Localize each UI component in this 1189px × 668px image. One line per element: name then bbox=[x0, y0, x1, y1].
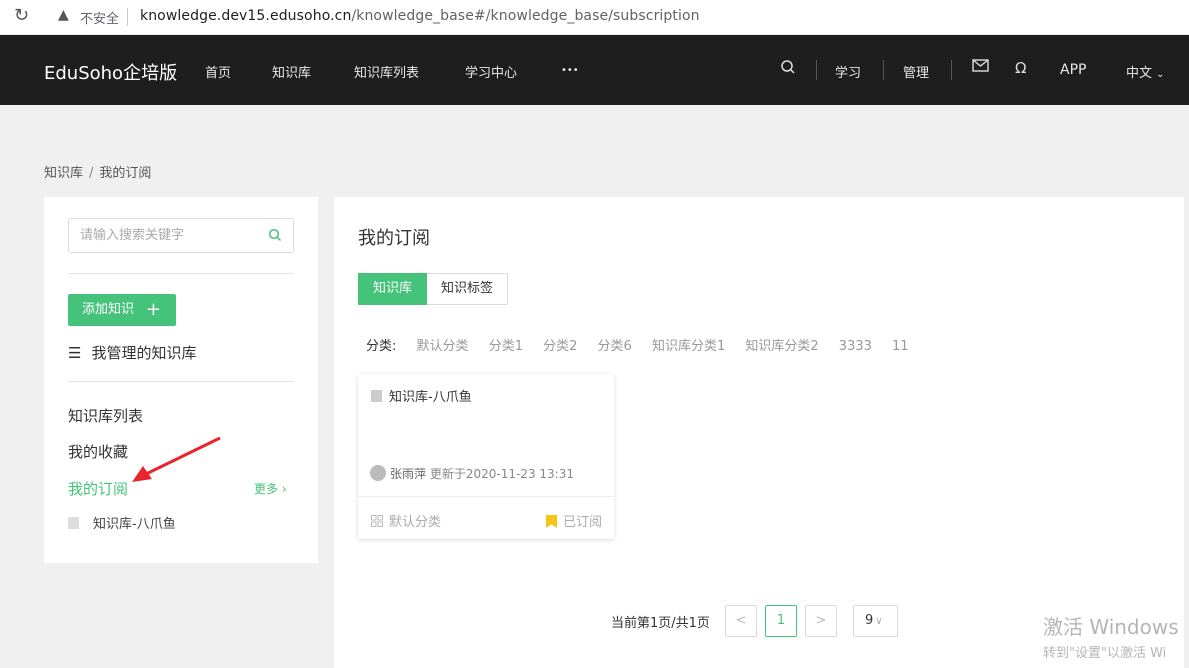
language-select[interactable]: 中文 ⌄ bbox=[1126, 62, 1165, 81]
category-option[interactable]: 3333 bbox=[839, 339, 872, 354]
prev-page-button[interactable]: < bbox=[725, 605, 757, 637]
category-option[interactable]: 分类1 bbox=[489, 339, 523, 354]
list-icon: ☰ bbox=[68, 344, 82, 362]
category-option[interactable]: 11 bbox=[892, 339, 909, 354]
nav-more-button[interactable]: ••• bbox=[561, 65, 579, 76]
knowledge-card[interactable]: 知识库-八爪鱼 张雨萍 更新于2020-11-23 13:31 默认分类 已订阅 bbox=[358, 374, 614, 539]
next-page-button[interactable]: > bbox=[805, 605, 837, 637]
annotation-arrow bbox=[132, 436, 221, 482]
top-nav: EduSoho企培版 首页 知识库 知识库列表 学习中心 ••• 学习 管理 Ω… bbox=[0, 35, 1189, 105]
avatar bbox=[370, 465, 386, 481]
brand-logo[interactable]: EduSoho企培版 bbox=[44, 59, 177, 85]
divider bbox=[68, 273, 294, 274]
divider bbox=[68, 381, 294, 382]
bookmark-icon bbox=[545, 515, 557, 528]
book-icon bbox=[371, 390, 382, 402]
subscription-item-label: 知识库-八爪鱼 bbox=[93, 517, 176, 532]
card-author[interactable]: 张雨萍 bbox=[390, 467, 426, 481]
card-category: 默认分类 bbox=[371, 511, 441, 530]
nav-item-knowledge[interactable]: 知识库 bbox=[272, 62, 311, 81]
watermark-line1: 激活 Windows bbox=[1043, 615, 1179, 639]
search-box bbox=[68, 218, 294, 253]
nav-learn[interactable]: 学习 bbox=[835, 62, 861, 81]
nav-divider bbox=[816, 60, 817, 80]
url-host: knowledge.dev15.edusoho.cn bbox=[140, 8, 352, 24]
category-label: 分类: bbox=[366, 339, 397, 354]
subscribed-label: 已订阅 bbox=[562, 515, 602, 530]
nav-manage[interactable]: 管理 bbox=[903, 62, 929, 81]
subscribed-toggle[interactable]: 已订阅 bbox=[545, 511, 602, 530]
nav-app[interactable]: APP bbox=[1060, 62, 1086, 78]
browser-address-bar: ↻ ▲ 不安全 knowledge.dev15.edusoho.cn/knowl… bbox=[0, 0, 1189, 35]
category-option[interactable]: 分类2 bbox=[543, 339, 577, 354]
nav-divider bbox=[883, 60, 884, 80]
notification-icon[interactable]: Ω bbox=[1015, 59, 1026, 77]
category-option[interactable]: 默认分类 bbox=[417, 339, 469, 354]
sidebar: 添加知识 + ☰ 我管理的知识库 知识库列表 我的收藏 我的订阅 更多 › 知识库… bbox=[44, 197, 318, 563]
tab-knowledge-base[interactable]: 知识库 bbox=[358, 273, 428, 305]
breadcrumb-separator: / bbox=[89, 166, 94, 181]
page-title: 我的订阅 bbox=[358, 228, 430, 249]
page-info: 当前第1页/共1页 bbox=[611, 616, 710, 631]
managed-label: 我管理的知识库 bbox=[91, 344, 197, 362]
card-title[interactable]: 知识库-八爪鱼 bbox=[371, 386, 472, 405]
main-panel: 我的订阅 知识库 知识标签 分类: 默认分类 分类1 分类2 分类6 知识库分类… bbox=[334, 197, 1184, 668]
add-knowledge-label: 添加知识 bbox=[82, 302, 135, 317]
chevron-down-icon: ⌄ bbox=[1156, 69, 1165, 80]
sidebar-item-subscriptions[interactable]: 我的订阅 bbox=[68, 478, 128, 499]
subscription-list-item[interactable]: 知识库-八爪鱼 bbox=[68, 513, 176, 532]
search-icon[interactable] bbox=[268, 228, 282, 242]
search-icon[interactable] bbox=[780, 59, 796, 79]
watermark-line2: 转到"设置"以激活 Wi bbox=[1043, 646, 1167, 661]
breadcrumb-current: 我的订阅 bbox=[99, 166, 152, 181]
nav-item-home[interactable]: 首页 bbox=[205, 62, 231, 81]
page-button[interactable]: 1 bbox=[765, 605, 797, 637]
sidebar-item-managed[interactable]: ☰ 我管理的知识库 bbox=[68, 342, 196, 363]
category-option[interactable]: 知识库分类2 bbox=[745, 339, 818, 354]
breadcrumb-root[interactable]: 知识库 bbox=[44, 166, 83, 181]
more-label: 更多 bbox=[254, 482, 279, 496]
add-knowledge-button[interactable]: 添加知识 + bbox=[68, 294, 176, 326]
sidebar-item-favorites[interactable]: 我的收藏 bbox=[68, 441, 128, 462]
card-meta: 张雨萍 更新于2020-11-23 13:31 bbox=[370, 465, 574, 482]
search-input[interactable] bbox=[69, 219, 259, 252]
category-option[interactable]: 分类6 bbox=[598, 339, 632, 354]
tab-knowledge-tags[interactable]: 知识标签 bbox=[427, 273, 509, 305]
warning-icon[interactable]: ▲ bbox=[58, 7, 69, 23]
nav-item-knowledge-list[interactable]: 知识库列表 bbox=[354, 62, 419, 81]
address-divider bbox=[127, 8, 128, 26]
page-size-value: 9 bbox=[865, 613, 874, 628]
nav-divider bbox=[951, 60, 952, 80]
nav-item-learning-center[interactable]: 学习中心 bbox=[465, 62, 517, 81]
card-title-text: 知识库-八爪鱼 bbox=[389, 390, 472, 405]
card-updated: 更新于2020-11-23 13:31 bbox=[429, 467, 574, 481]
chevron-down-icon: ∨ bbox=[875, 616, 883, 627]
grid-icon bbox=[371, 515, 383, 527]
url-field[interactable]: knowledge.dev15.edusoho.cn/knowledge_bas… bbox=[140, 8, 700, 24]
reload-icon[interactable]: ↻ bbox=[14, 6, 29, 26]
card-footer: 默认分类 已订阅 bbox=[358, 496, 614, 539]
sidebar-item-knowledge-list[interactable]: 知识库列表 bbox=[68, 405, 143, 426]
tab-group: 知识库 知识标签 bbox=[358, 273, 509, 305]
breadcrumb: 知识库 / 我的订阅 bbox=[44, 162, 151, 181]
category-filter: 分类: 默认分类 分类1 分类2 分类6 知识库分类1 知识库分类2 3333 … bbox=[366, 335, 925, 354]
more-link[interactable]: 更多 › bbox=[254, 480, 287, 497]
page-size-select[interactable]: 9 ∨ bbox=[853, 605, 898, 637]
book-icon bbox=[68, 517, 79, 529]
language-label: 中文 bbox=[1126, 66, 1153, 81]
insecure-label[interactable]: 不安全 bbox=[80, 8, 119, 27]
category-option[interactable]: 知识库分类1 bbox=[652, 339, 725, 354]
mail-icon[interactable] bbox=[972, 59, 989, 77]
card-category-label: 默认分类 bbox=[389, 515, 442, 530]
chevron-right-icon: › bbox=[281, 482, 287, 496]
url-path: /knowledge_base#/knowledge_base/subscrip… bbox=[351, 8, 700, 24]
windows-watermark: 激活 Windows 转到"设置"以激活 Wi bbox=[1043, 611, 1179, 661]
plus-icon: + bbox=[145, 299, 161, 320]
